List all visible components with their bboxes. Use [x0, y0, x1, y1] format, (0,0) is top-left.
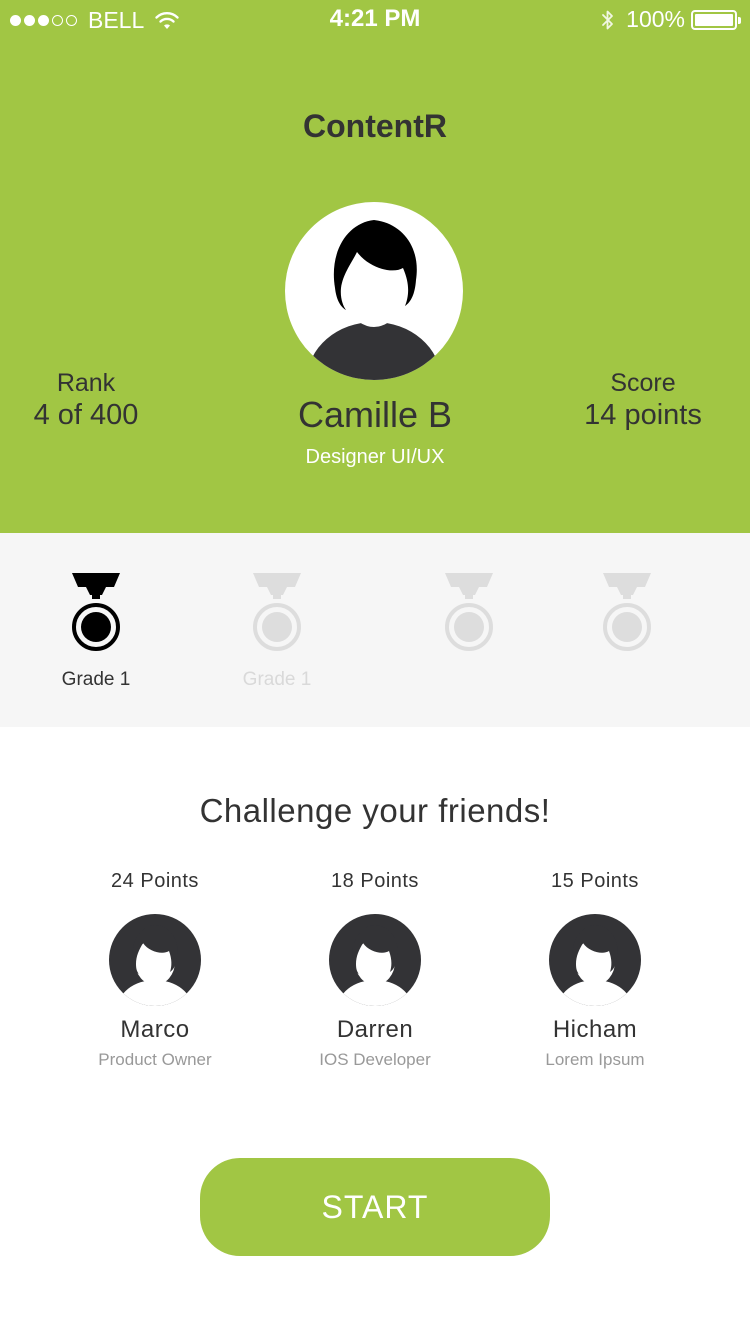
profile-header: BELL 4:21 PM 100% ContentR Rank 4 of 400… — [0, 0, 750, 533]
medal-icon — [253, 573, 301, 651]
bluetooth-icon — [602, 10, 614, 29]
user-avatar-icon — [117, 925, 193, 1006]
friend-points: 24 Points — [111, 870, 199, 892]
medal-icon — [72, 573, 120, 651]
grade-item-2[interactable]: Grade 1 — [217, 573, 337, 691]
friend-name: Marco — [120, 1016, 190, 1043]
battery-tip — [738, 16, 741, 24]
grade-label — [567, 669, 687, 691]
friend-role: Lorem Ipsum — [545, 1050, 645, 1069]
friend-points: 15 Points — [551, 870, 639, 892]
profile-avatar[interactable] — [285, 202, 463, 380]
friend-role: Product Owner — [98, 1050, 212, 1069]
friend-card-marco[interactable]: 24 Points Marco Product Owner — [55, 870, 255, 1070]
friend-avatar[interactable] — [329, 914, 421, 1006]
grade-label: Grade 1 — [242, 669, 312, 690]
user-avatar-icon — [557, 925, 633, 1006]
battery-percentage: 100% — [626, 6, 685, 32]
medal-icon — [603, 573, 651, 651]
user-avatar-icon — [307, 220, 441, 380]
grade-label — [409, 669, 529, 691]
battery-fill — [695, 13, 733, 26]
friend-points: 18 Points — [331, 870, 419, 892]
score-label: Score — [610, 369, 676, 397]
friend-role: IOS Developer — [319, 1050, 431, 1069]
friend-card-hicham[interactable]: 15 Points Hicham Lorem Ipsum — [495, 870, 695, 1070]
friend-card-darren[interactable]: 18 Points Darren IOS Developer — [275, 870, 475, 1070]
challenge-title: Challenge your friends! — [199, 792, 551, 829]
friend-name: Darren — [336, 1016, 414, 1043]
grade-item-1[interactable]: Grade 1 — [36, 573, 156, 691]
profile-role: Designer UI/UX — [305, 446, 445, 468]
app-title: ContentR — [303, 108, 447, 144]
start-button[interactable]: START — [200, 1158, 550, 1256]
score-stat: Score 14 points — [568, 368, 718, 432]
grade-label: Grade 1 — [61, 669, 131, 690]
friend-name: Hicham — [552, 1016, 638, 1043]
grades-strip: Grade 1 Grade 1 — [0, 533, 750, 727]
grade-item-3[interactable] — [409, 573, 529, 691]
status-bar: BELL 4:21 PM 100% — [0, 0, 750, 40]
score-value: 14 points — [584, 399, 702, 431]
battery-icon — [691, 9, 741, 30]
medal-icon — [445, 573, 493, 651]
user-avatar-icon — [337, 925, 413, 1006]
status-right: 100% — [600, 6, 741, 33]
friend-avatar[interactable] — [549, 914, 641, 1006]
grade-item-4[interactable] — [567, 573, 687, 691]
friend-avatar[interactable] — [109, 914, 201, 1006]
